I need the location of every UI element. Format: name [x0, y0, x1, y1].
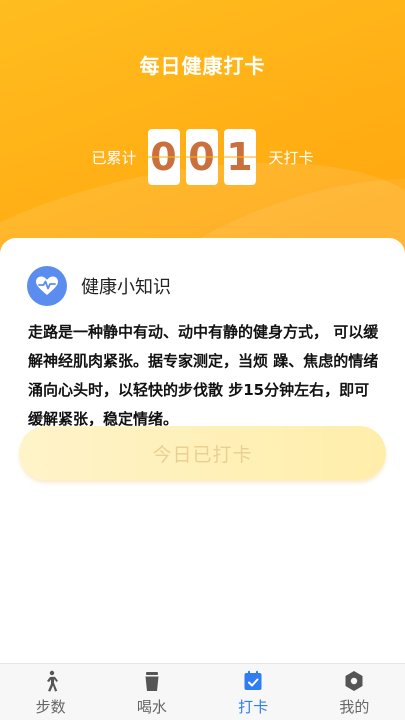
tab-label: 打卡 — [238, 698, 269, 716]
tip-header: 健康小知识 — [27, 266, 171, 306]
counter-digit: 0 — [147, 129, 180, 185]
tab-checkin[interactable]: 打卡 — [203, 664, 304, 720]
calendar-check-icon — [242, 670, 264, 692]
counter-digit: 0 — [185, 129, 218, 185]
tab-profile[interactable]: 我的 — [304, 664, 405, 720]
checkin-button[interactable]: 今日已打卡 — [19, 426, 386, 480]
checkin-counter: 已累计 0 0 1 天打卡 — [0, 128, 405, 186]
tip-title: 健康小知识 — [81, 277, 171, 298]
tab-water[interactable]: 喝水 — [101, 664, 202, 720]
health-tip-card: 健康小知识 走路是一种静中有动、动中有静的健身方式， 可以缓解神经肌肉紧张。据专… — [0, 238, 405, 668]
page-title: 每日健康打卡 — [139, 54, 266, 78]
counter-suffix: 天打卡 — [268, 148, 314, 167]
tab-label: 我的 — [339, 698, 370, 716]
bottom-tab-bar: 步数 喝水 打卡 我的 — [0, 663, 405, 720]
tab-label: 步数 — [35, 698, 66, 716]
cup-icon — [141, 670, 163, 692]
tab-steps[interactable]: 步数 — [0, 664, 101, 720]
profile-icon — [343, 670, 365, 692]
counter-digit: 1 — [223, 129, 256, 185]
heart-pulse-icon — [27, 266, 67, 306]
walking-icon — [40, 670, 62, 692]
tip-text: 走路是一种静中有动、动中有静的健身方式， 可以缓解神经肌肉紧张。据专家测定，当烦… — [28, 323, 379, 428]
tab-label: 喝水 — [136, 698, 167, 716]
counter-prefix: 已累计 — [91, 148, 137, 167]
